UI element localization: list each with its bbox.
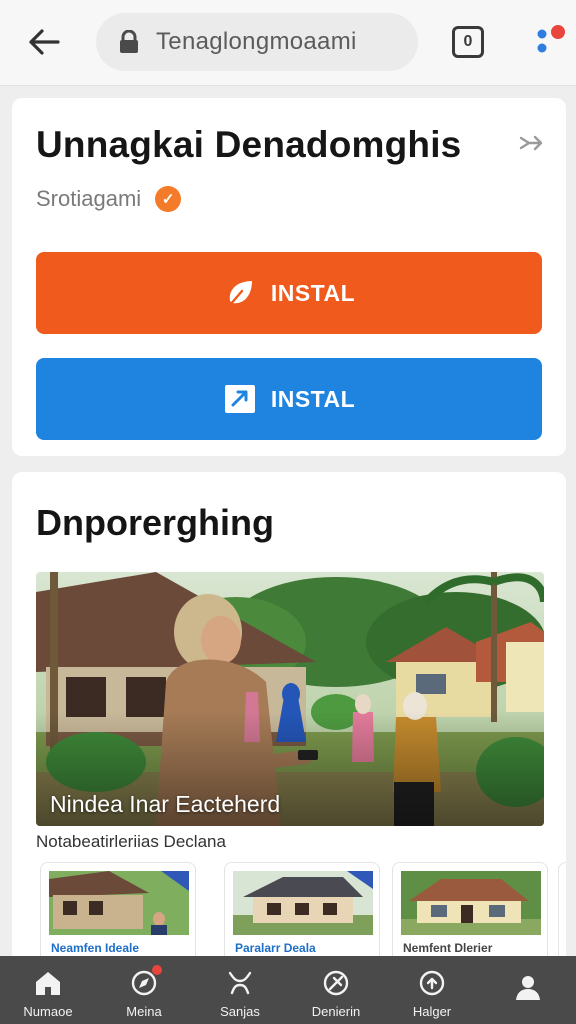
gallery-card: Dnporerghing Nindea Inar Eacteherd Notab…: [12, 472, 566, 1012]
hero-caption: Nindea Inar Eacteherd: [50, 791, 281, 817]
tabs-count: 0: [463, 33, 473, 50]
thumbnail-card[interactable]: [558, 862, 566, 962]
nav-item-updates[interactable]: Halger: [384, 956, 480, 1024]
gallery-subcaption: Notabeatirleriias Declana: [36, 832, 226, 851]
developer-name[interactable]: Srotiagami: [36, 186, 141, 212]
browser-toolbar: Tenaglongmoaami 0: [0, 0, 576, 86]
thumbnail-label: Paralarr Deala: [235, 941, 316, 955]
install-button-secondary[interactable]: INSTAL: [36, 358, 542, 440]
hero-image[interactable]: Nindea Inar Eacteherd: [36, 572, 544, 826]
thumbnail-card[interactable]: Paralarr Deala: [224, 862, 380, 962]
compass-icon: [129, 965, 162, 998]
update-icon: [417, 968, 447, 998]
address-bar[interactable]: Tenaglongmoaami: [96, 13, 418, 71]
nav-label: Halger: [412, 1004, 452, 1019]
village-scene-image: [36, 572, 544, 826]
arrow-left-icon: [29, 29, 60, 55]
nav-item-notifications[interactable]: Sanjas: [192, 956, 288, 1024]
nav-item-global[interactable]: Denierin: [288, 956, 384, 1024]
thumbnail-card[interactable]: Neamfen Ideale: [40, 862, 196, 962]
thumbnail-label: Nemfent Dlerier: [403, 941, 493, 955]
install-button-label: INSTAL: [270, 385, 356, 412]
house-thumbnail-image: [233, 871, 373, 935]
nav-label: Meina: [126, 1004, 162, 1019]
notification-badge: [152, 965, 162, 975]
back-button[interactable]: [22, 22, 66, 62]
globe-icon: [321, 968, 351, 998]
share-button[interactable]: [518, 130, 544, 156]
share-icon: [519, 135, 543, 151]
install-button-primary[interactable]: INSTAL: [36, 252, 542, 334]
thumbnail-card[interactable]: Nemfent Dlerier: [392, 862, 548, 962]
home-icon: [33, 968, 63, 998]
nav-label: Sanjas: [220, 1004, 260, 1019]
nav-item-explore[interactable]: Meina: [96, 956, 192, 1024]
house-thumbnail-image: [401, 871, 541, 935]
lock-icon: [118, 29, 140, 54]
url-text: Tenaglongmoaami: [156, 28, 357, 55]
app-info-card: Unnagkai Denadomghis Srotiagami ✓ INSTAL…: [12, 98, 566, 456]
nav-item-profile[interactable]: [480, 956, 576, 1024]
leaf-icon: [223, 276, 257, 310]
house-thumbnail-image: [49, 871, 189, 935]
window-icon: [223, 382, 257, 416]
verified-badge-icon: ✓: [155, 186, 182, 212]
bell-icon: [225, 968, 255, 998]
tabs-button[interactable]: 0: [452, 26, 484, 58]
browser-menu-button[interactable]: [530, 22, 570, 62]
thumbnail-strip: Neamfen Ideale Paralarr Deala Nemfent Dl…: [40, 862, 566, 962]
bottom-navigation: Numaoe Meina Sanjas Denierin Halger: [0, 956, 576, 1024]
section-title: Dnporerghing: [36, 502, 274, 543]
install-button-label: INSTAL: [270, 279, 356, 306]
nav-label: Denierin: [311, 1004, 361, 1019]
menu-dots-icon: [537, 25, 565, 53]
developer-row: Srotiagami ✓: [36, 186, 182, 212]
thumbnail-label: Neamfen Ideale: [51, 941, 140, 955]
profile-icon: [513, 972, 543, 1002]
nav-item-home[interactable]: Numaoe: [0, 956, 96, 1024]
nav-label: Numaoe: [23, 1004, 73, 1019]
app-title: Unnagkai Denadomghis: [36, 124, 462, 165]
